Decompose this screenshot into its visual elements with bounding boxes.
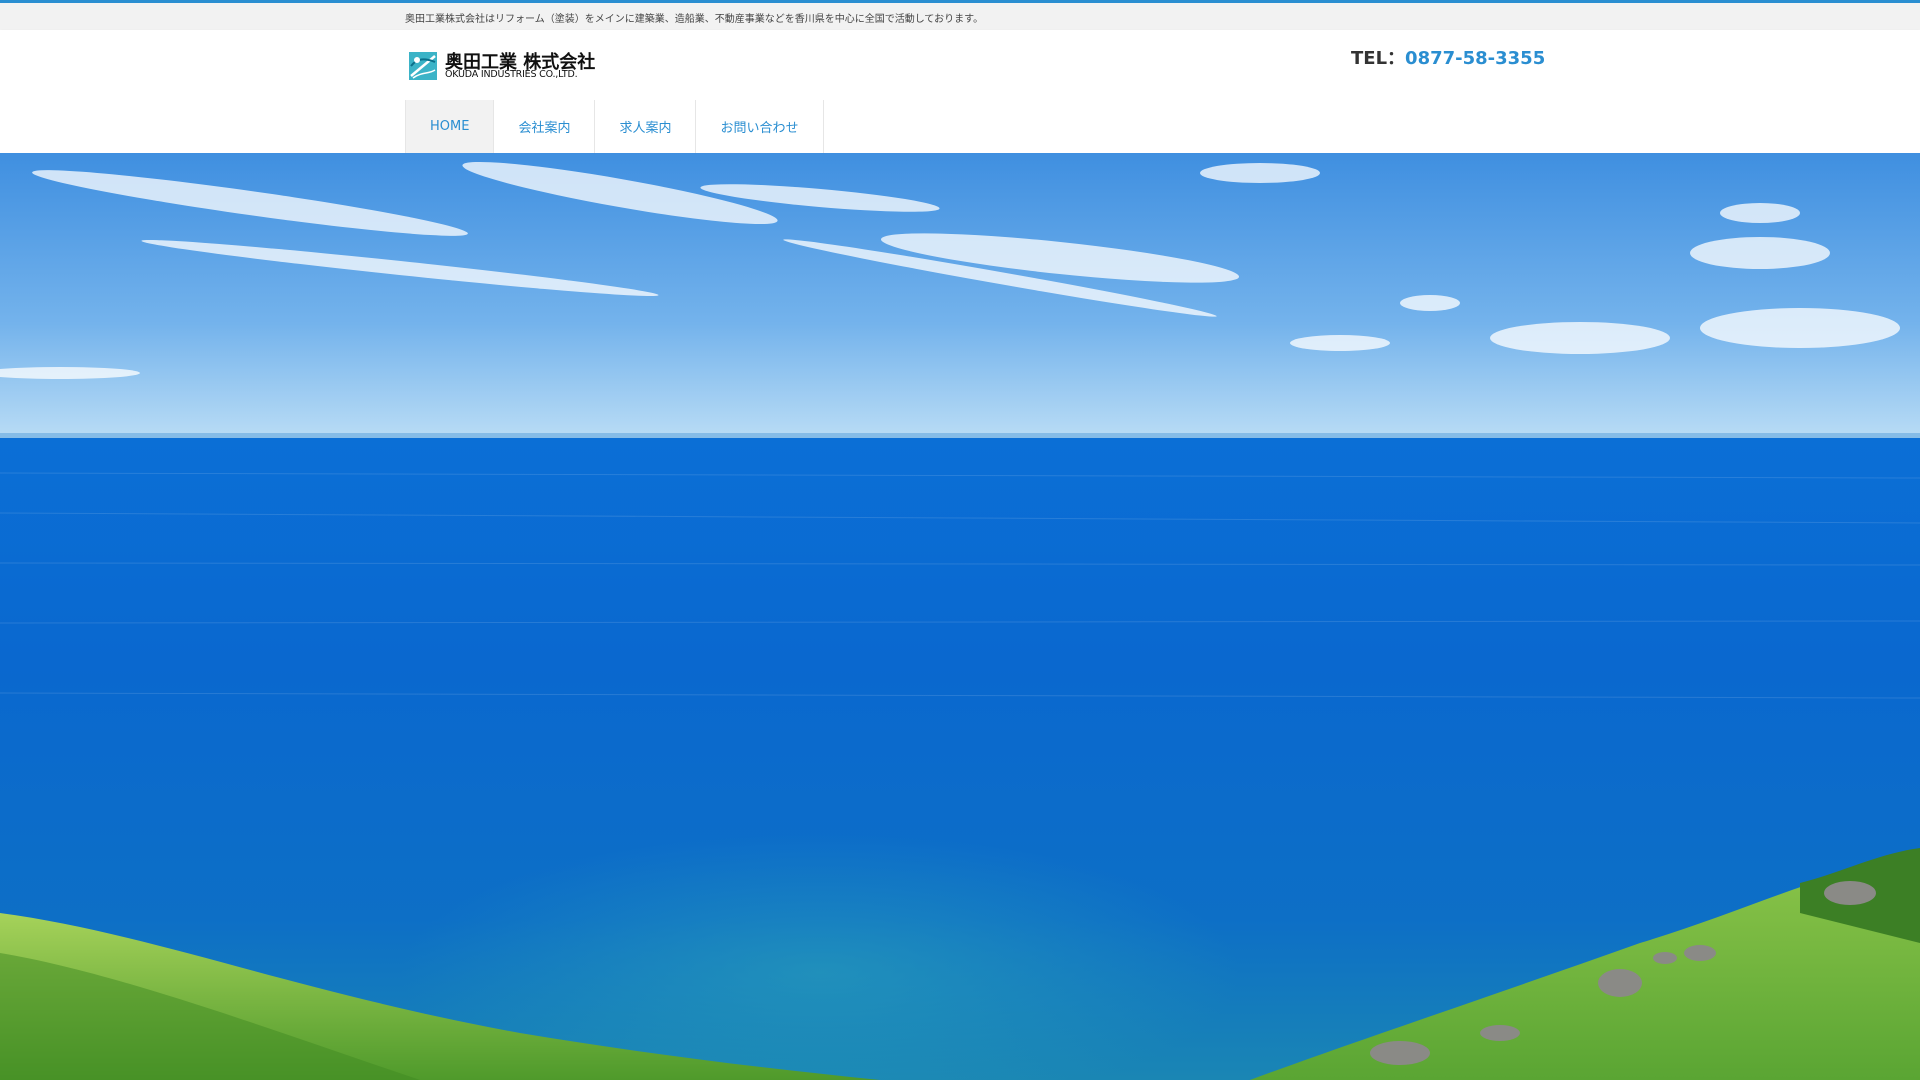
nav-item-recruit[interactable]: 求人案内 [595, 100, 697, 153]
ocean-coast-photo [0, 153, 1920, 1080]
phone-contact: TEL：0877-58-3355 [1351, 44, 1545, 70]
nav-item-company[interactable]: 会社案内 [494, 100, 596, 153]
main-navigation: HOME 会社案内 求人案内 お問い合わせ [0, 100, 1920, 153]
nav-item-contact[interactable]: お問い合わせ [696, 100, 824, 153]
tel-number-link[interactable]: 0877-58-3355 [1405, 48, 1545, 69]
logo-company-name-en: OKUDA INDUSTRIES CO.,LTD. [445, 69, 578, 80]
hero-image [0, 153, 1920, 1080]
nav-menu: HOME 会社案内 求人案内 お問い合わせ [405, 100, 824, 153]
logo-emblem-icon [409, 52, 437, 80]
tagline: 奥田工業株式会社はリフォーム（塗装）をメインに建築業、造船業、不動産事業などを香… [405, 14, 984, 25]
site-header: 奥田工業 株式会社 OKUDA INDUSTRIES CO.,LTD. TEL：… [0, 30, 1920, 100]
nav-item-home[interactable]: HOME [405, 100, 495, 153]
tel-label: TEL： [1351, 48, 1406, 69]
info-bar: 奥田工業株式会社はリフォーム（塗装）をメインに建築業、造船業、不動産事業などを香… [0, 3, 1920, 30]
site-logo[interactable]: 奥田工業 株式会社 OKUDA INDUSTRIES CO.,LTD. [405, 47, 605, 85]
